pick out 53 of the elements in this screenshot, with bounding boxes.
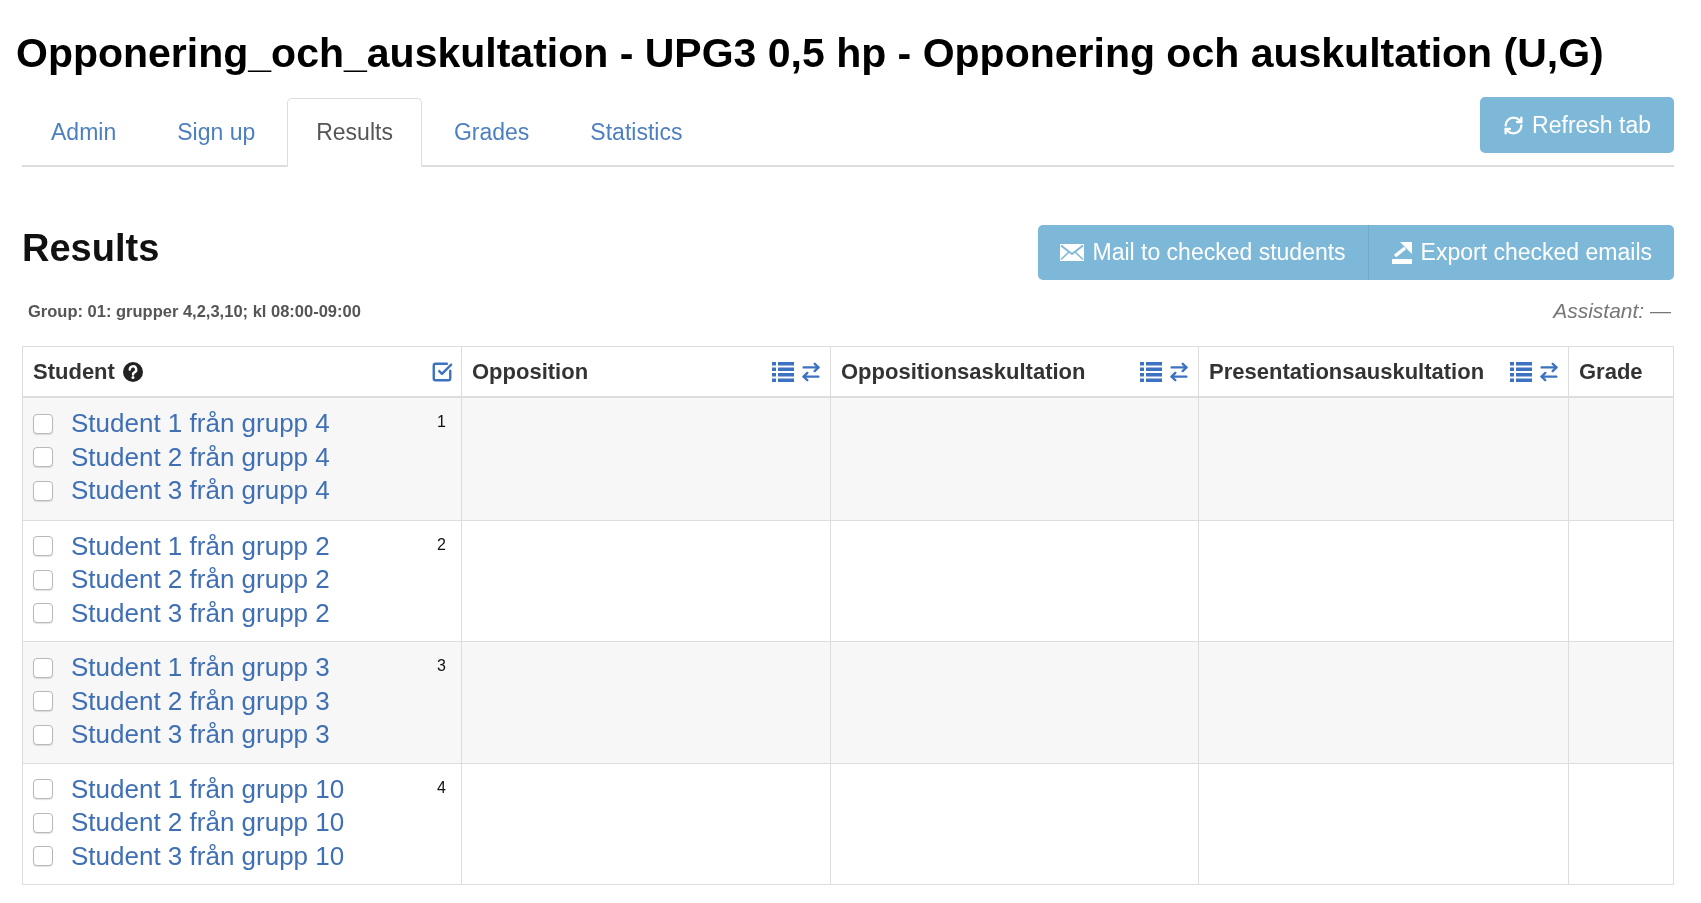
tab[interactable]: Grades xyxy=(424,98,559,167)
checkbox[interactable] xyxy=(33,779,53,800)
student-link[interactable]: Student 3 från grupp 10 xyxy=(71,840,345,872)
checkbox[interactable] xyxy=(33,413,53,434)
list-icon[interactable] xyxy=(1140,361,1162,382)
group-info: Group: 01: grupper 4,2,3,10; kl 08:00-09:00 xyxy=(27,301,361,321)
student-link[interactable]: Student 3 från grupp 4 xyxy=(71,475,330,507)
assistant-label: Assistant: — xyxy=(1553,299,1672,323)
swap-arrows-icon[interactable] xyxy=(1168,360,1190,383)
column-header: Opposition xyxy=(472,358,589,385)
column-header: Presentationsauskultation xyxy=(1209,358,1485,385)
check-square-icon[interactable] xyxy=(431,360,453,383)
row-number: 4 xyxy=(437,777,446,798)
tab[interactable]: Statistics xyxy=(561,98,712,167)
student-link[interactable]: Student 3 från grupp 2 xyxy=(71,597,330,629)
column-header: Oppositionsaskultation xyxy=(841,358,1086,385)
swap-arrows-icon[interactable] xyxy=(800,360,822,383)
checkbox[interactable] xyxy=(33,480,53,501)
row-number: 1 xyxy=(437,412,446,432)
list-icon[interactable] xyxy=(772,361,794,382)
tab[interactable]: Admin xyxy=(22,98,146,167)
list-icon[interactable] xyxy=(1510,361,1532,382)
page-title: Opponering_och_auskultation - UPG3 0,5 hp - Opponering och auskultation (U,G) xyxy=(16,30,1605,76)
row-number: 2 xyxy=(437,534,446,555)
student-link[interactable]: Student 2 från grupp 10 xyxy=(71,807,345,839)
student-link[interactable]: Student 2 från grupp 4 xyxy=(71,441,330,473)
tab[interactable]: Results xyxy=(287,98,422,167)
checkbox[interactable] xyxy=(33,657,53,678)
student-link[interactable]: Student 1 från grupp 2 xyxy=(71,530,330,562)
checkbox[interactable] xyxy=(33,724,53,745)
checkbox[interactable] xyxy=(33,691,53,712)
section-heading: Results xyxy=(22,225,160,271)
student-link[interactable]: Student 2 från grupp 2 xyxy=(71,564,330,596)
column-header: Grade xyxy=(1579,358,1643,385)
checkbox[interactable] xyxy=(33,447,53,468)
help-icon xyxy=(122,361,143,382)
swap-arrows-icon[interactable] xyxy=(1538,360,1560,383)
student-link[interactable]: Student 1 från grupp 3 xyxy=(71,652,330,684)
student-link[interactable]: Student 1 från grupp 4 xyxy=(71,408,330,440)
checkbox[interactable] xyxy=(33,569,53,590)
refresh-icon xyxy=(1503,114,1525,136)
checkbox[interactable] xyxy=(33,603,53,624)
student-link[interactable]: Student 2 från grupp 3 xyxy=(71,685,330,717)
checkbox[interactable] xyxy=(33,812,53,833)
tab[interactable]: Sign up xyxy=(148,98,285,167)
export-icon xyxy=(1390,241,1413,264)
checkbox[interactable] xyxy=(33,536,53,557)
envelope-icon xyxy=(1060,244,1085,261)
student-link[interactable]: Student 3 från grupp 3 xyxy=(71,719,330,751)
checkbox[interactable] xyxy=(33,846,53,867)
column-header: Student xyxy=(33,358,115,385)
student-link[interactable]: Student 1 från grupp 10 xyxy=(71,773,345,805)
row-number: 3 xyxy=(437,656,446,676)
